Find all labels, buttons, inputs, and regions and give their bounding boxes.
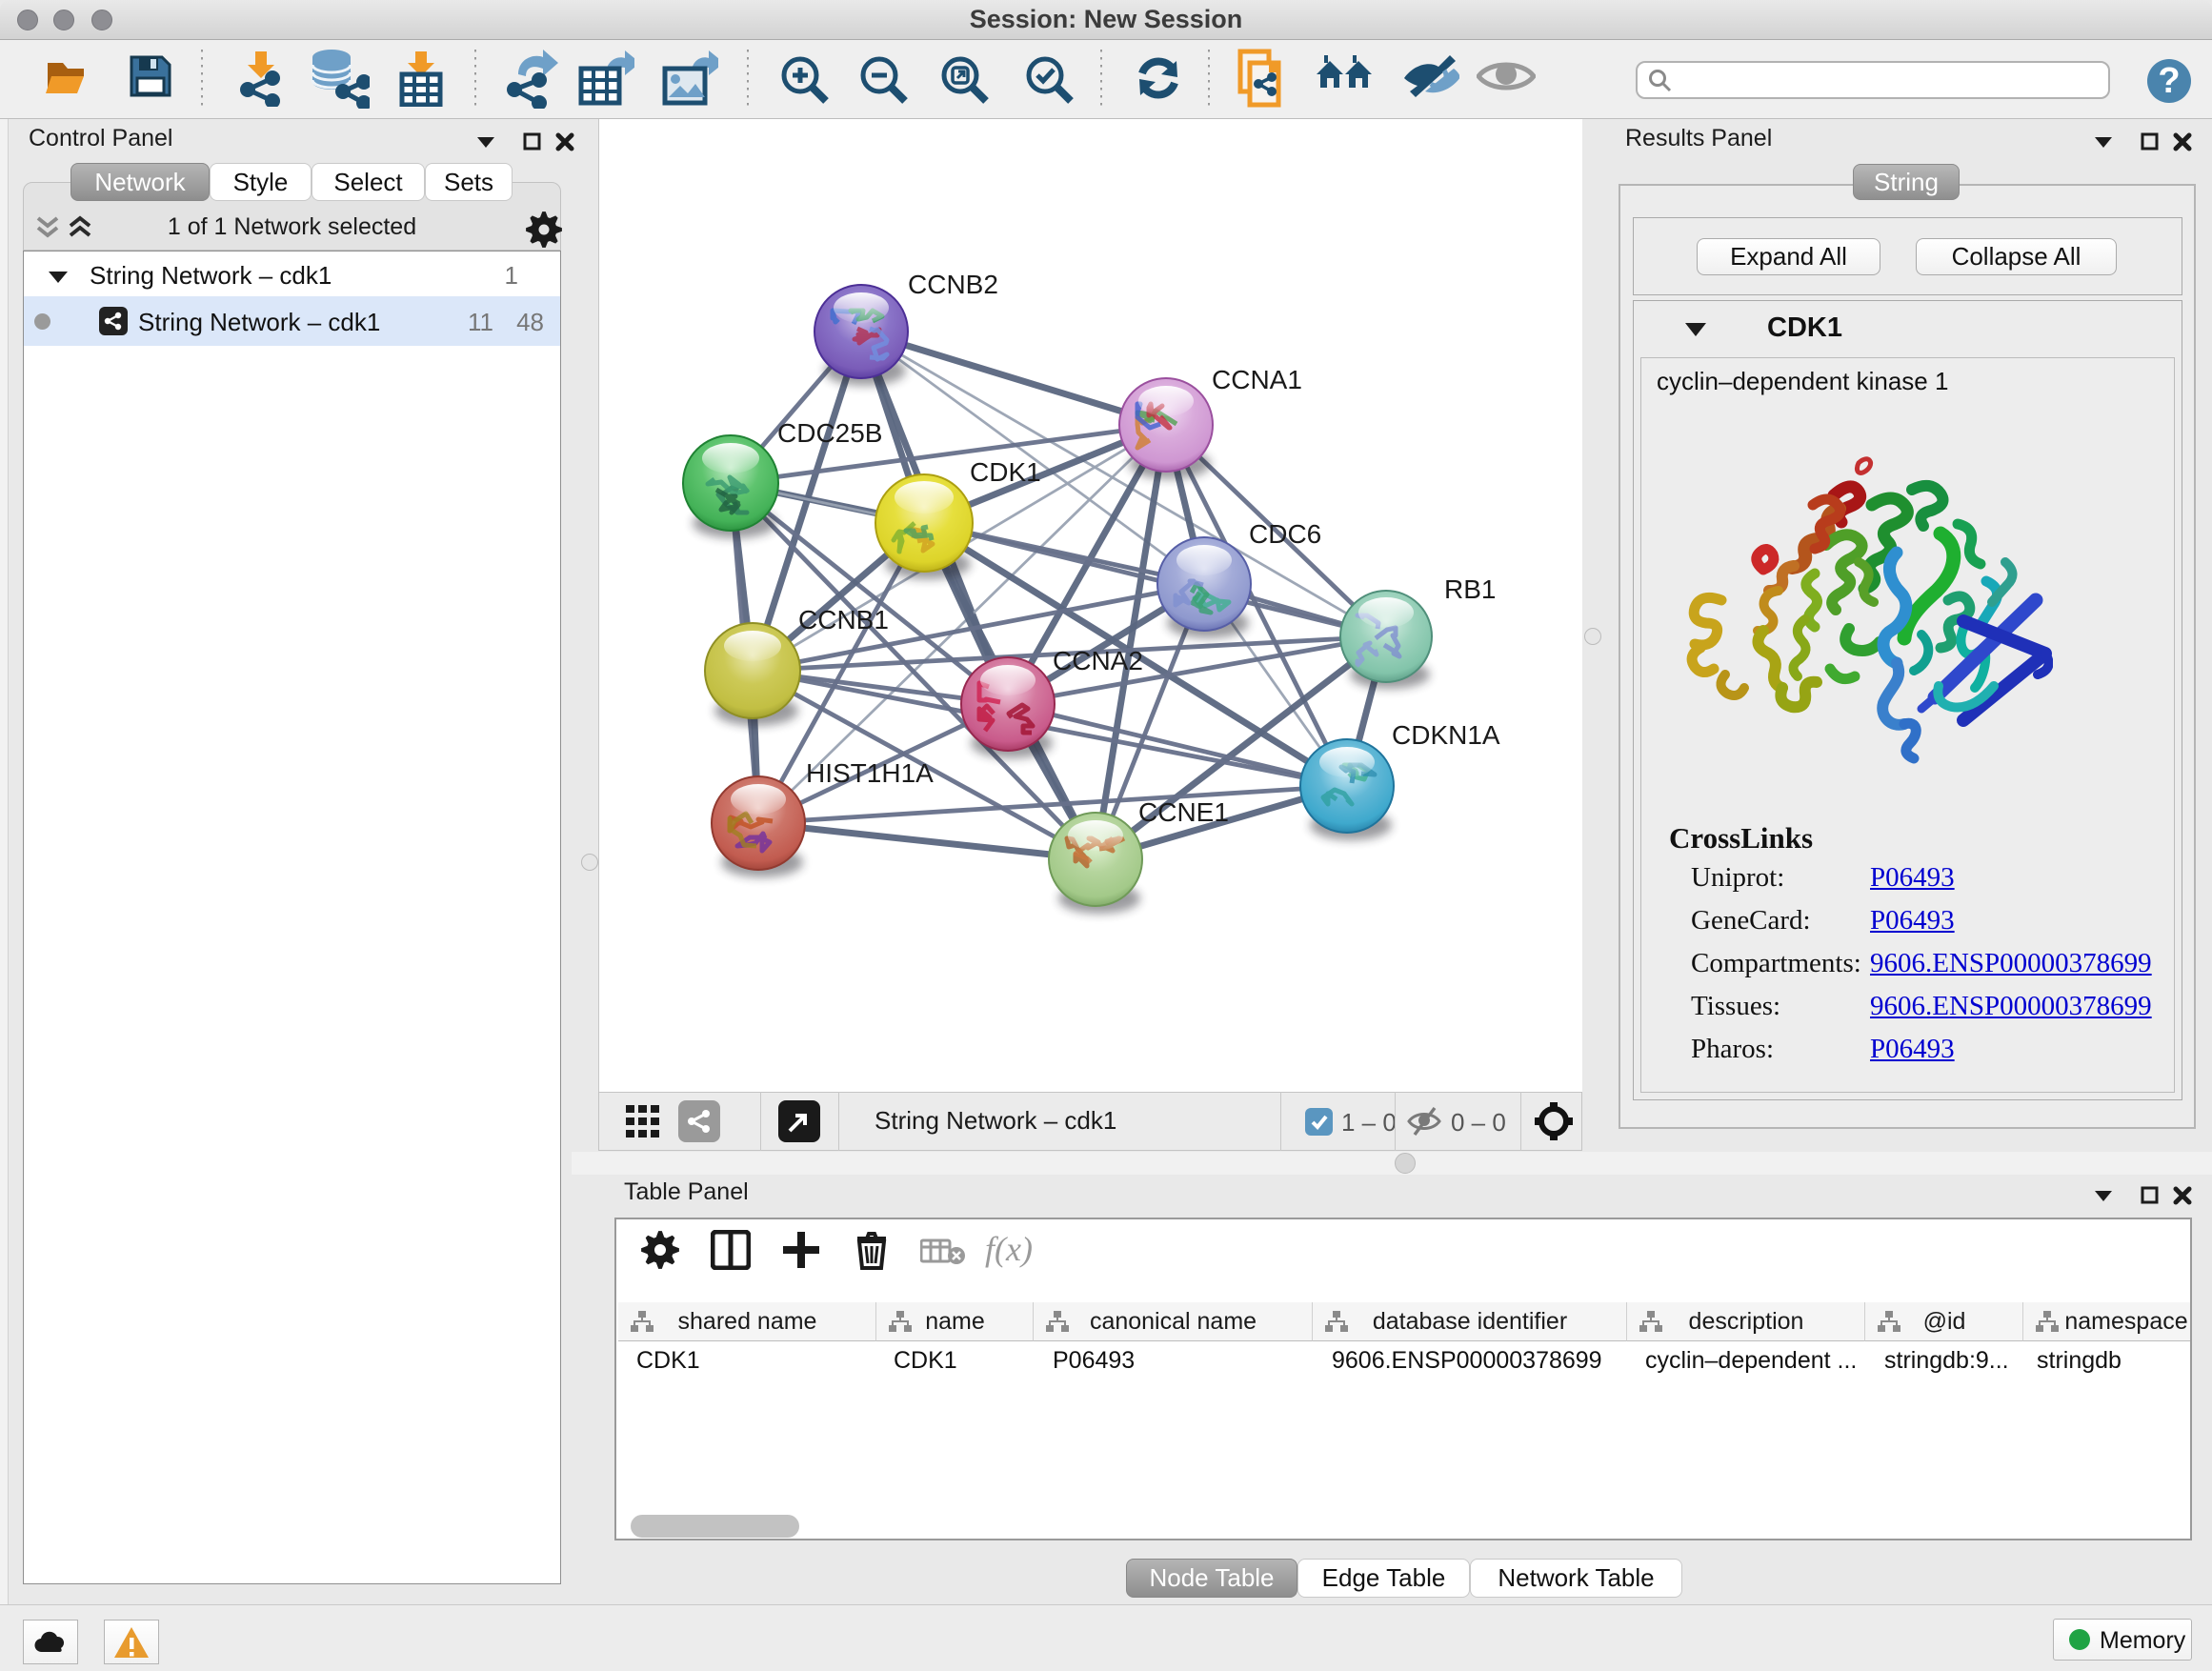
svg-text:CCNB1: CCNB1: [798, 605, 889, 634]
svg-text:CDK1: CDK1: [970, 457, 1041, 487]
svg-text:HIST1H1A: HIST1H1A: [806, 758, 934, 788]
svg-text:CDC25B: CDC25B: [777, 418, 882, 448]
svg-text:RB1: RB1: [1444, 574, 1496, 604]
svg-text:CCNB2: CCNB2: [908, 270, 998, 299]
svg-text:CDKN1A: CDKN1A: [1392, 720, 1500, 750]
svg-text:CCNA1: CCNA1: [1212, 365, 1302, 394]
svg-text:CDC6: CDC6: [1249, 519, 1321, 549]
svg-text:CCNA2: CCNA2: [1053, 646, 1143, 675]
svg-text:CCNE1: CCNE1: [1138, 797, 1229, 827]
